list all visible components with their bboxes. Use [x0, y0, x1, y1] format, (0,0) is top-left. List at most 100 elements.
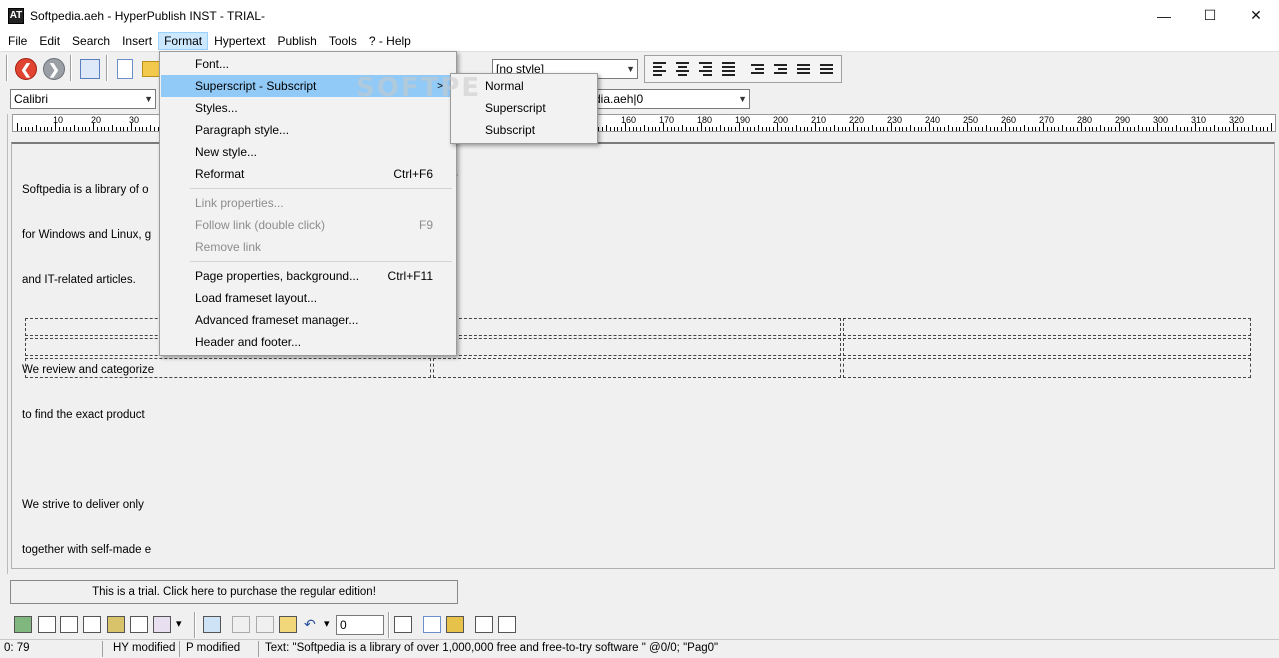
menu-file[interactable]: File	[2, 32, 33, 50]
table-icon[interactable]	[38, 616, 56, 633]
export-icon[interactable]	[203, 616, 221, 633]
menu-edit[interactable]: Edit	[33, 32, 66, 50]
page-icon[interactable]	[423, 616, 441, 633]
menu-help[interactable]: ? - Help	[363, 32, 417, 50]
table-cell[interactable]	[433, 358, 841, 378]
edit-pen-button[interactable]	[78, 57, 102, 81]
font-combo[interactable]: Calibri ▼	[10, 89, 156, 109]
ruler-tick	[811, 127, 813, 131]
menu-item-remove-link[interactable]: Remove link	[161, 236, 455, 258]
status-divider	[102, 641, 103, 657]
outdent-icon[interactable]	[746, 58, 769, 80]
ruler-tick	[1054, 127, 1056, 131]
ruler-tick	[1187, 127, 1189, 131]
new-document-button[interactable]	[113, 57, 137, 81]
toolbar-separator	[6, 55, 8, 81]
ruler-tick	[993, 127, 995, 131]
ruler-tick	[1020, 127, 1022, 131]
chevron-down-icon[interactable]: ▾	[324, 617, 330, 630]
close-button[interactable]: ✕	[1233, 0, 1279, 31]
ruler-tick	[769, 127, 771, 131]
ok-button-icon[interactable]	[83, 616, 101, 633]
purchase-trial-button[interactable]: This is a trial. Click here to purchase …	[10, 580, 458, 604]
menu-item-reformat[interactable]: Reformat Ctrl+F6	[161, 163, 455, 185]
key-icon[interactable]	[446, 616, 464, 633]
align-center-icon[interactable]	[671, 58, 694, 80]
ruler-tick	[830, 127, 832, 131]
ruler-tick	[93, 123, 94, 131]
image-icon[interactable]	[14, 616, 32, 633]
ruler-label: 190	[735, 115, 751, 125]
list-icon[interactable]	[153, 616, 171, 633]
table-cell[interactable]	[843, 358, 1251, 378]
submenu-item-subscript[interactable]: Subscript	[452, 119, 596, 141]
menu-item-header-footer[interactable]: Header and footer...	[161, 331, 455, 353]
chevron-down-icon[interactable]: ▾	[176, 617, 182, 630]
menu-item-font[interactable]: Font...	[161, 53, 455, 75]
film-icon[interactable]	[107, 616, 125, 633]
menu-item-link-properties[interactable]: Link properties...	[161, 192, 455, 214]
numbered-list-icon[interactable]	[815, 58, 838, 80]
page-combo[interactable]: dia.aeh|0 ▼	[590, 89, 750, 109]
settings-icon[interactable]	[498, 616, 516, 633]
grid-icon[interactable]	[394, 616, 412, 633]
paste-icon[interactable]	[279, 616, 297, 633]
ruler-tick	[1172, 127, 1174, 131]
editor-line: for Windows and Linux, g	[22, 229, 152, 241]
ruler-tick	[913, 127, 915, 131]
back-button[interactable]: ❮	[14, 57, 38, 81]
table-cell[interactable]	[843, 318, 1251, 336]
menu-hypertext[interactable]: Hypertext	[208, 32, 271, 50]
ruler-tick	[644, 125, 645, 131]
menu-format[interactable]: Format	[158, 32, 209, 50]
bullet-list-icon[interactable]	[792, 58, 815, 80]
ruler-tick	[20, 127, 22, 131]
menu-search[interactable]: Search	[66, 32, 116, 50]
ruler-tick	[621, 127, 623, 131]
ruler-label: 270	[1039, 115, 1055, 125]
cursor-position: 0: 79	[4, 642, 30, 654]
menu-item-label: Superscript - Subscript	[195, 79, 317, 93]
ruler-tick	[146, 127, 148, 131]
spin-input[interactable]: 0	[336, 615, 384, 635]
ruler-tick	[1160, 127, 1162, 131]
align-left-icon[interactable]	[648, 58, 671, 80]
ruler-tick	[1008, 127, 1010, 131]
menu-item-follow-link[interactable]: Follow link (double click) F9	[161, 214, 455, 236]
cut-icon[interactable]	[232, 616, 250, 633]
ruler-tick	[822, 127, 824, 131]
menu-item-paragraph-style[interactable]: Paragraph style...	[161, 119, 455, 141]
printer-icon[interactable]	[475, 616, 493, 633]
menu-item-frameset-manager[interactable]: Advanced frameset manager...	[161, 309, 455, 331]
forward-button[interactable]: ❯	[42, 57, 66, 81]
ruler-tick	[1274, 127, 1275, 131]
menu-item-new-style[interactable]: New style...	[161, 141, 455, 163]
ruler-tick	[982, 127, 984, 131]
menu-item-page-properties[interactable]: Page properties, background... Ctrl+F11	[161, 265, 455, 287]
align-right-icon[interactable]	[694, 58, 717, 80]
menu-insert[interactable]: Insert	[116, 32, 158, 50]
ruler-tick	[761, 127, 763, 131]
ruler-tick	[693, 127, 695, 131]
menu-item-load-frameset[interactable]: Load frameset layout...	[161, 287, 455, 309]
minimize-button[interactable]: —	[1141, 0, 1187, 31]
text-field-icon[interactable]	[60, 616, 78, 633]
ruler-tick	[815, 123, 816, 131]
menu-tools[interactable]: Tools	[323, 32, 363, 50]
table-cell[interactable]	[843, 338, 1251, 356]
undo-icon[interactable]: ↶	[304, 616, 316, 633]
ruler-tick	[940, 127, 942, 131]
align-justify-icon[interactable]	[717, 58, 740, 80]
frame-icon[interactable]	[130, 616, 148, 633]
ruler-tick	[123, 127, 125, 131]
ruler-tick	[894, 127, 896, 131]
ruler-tick	[1058, 127, 1060, 131]
maximize-button[interactable]: ☐	[1187, 0, 1233, 31]
table-cell[interactable]	[25, 358, 431, 378]
menu-publish[interactable]: Publish	[271, 32, 322, 50]
ruler-tick	[1092, 127, 1094, 131]
hy-status: HY modified	[113, 642, 176, 654]
indent-icon[interactable]	[769, 58, 792, 80]
menu-item-shortcut: Ctrl+F11	[387, 269, 433, 283]
copy-icon[interactable]	[256, 616, 274, 633]
